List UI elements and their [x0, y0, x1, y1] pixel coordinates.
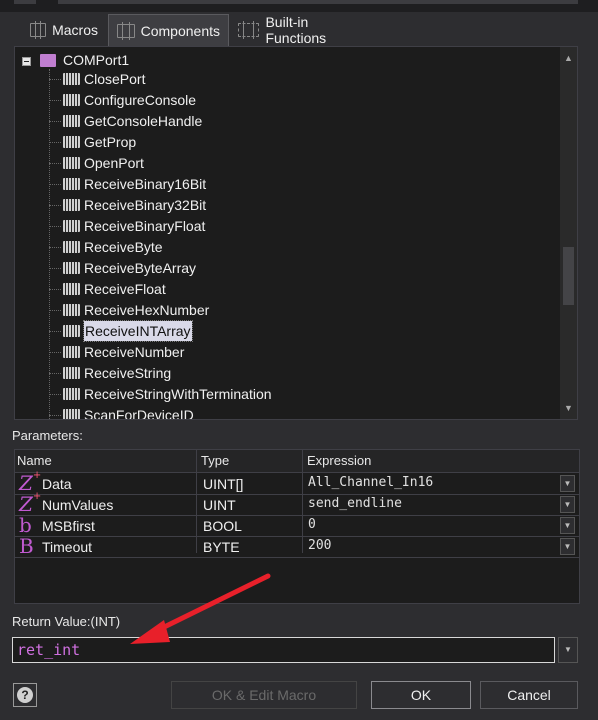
return-value-input[interactable]: ret_int — [12, 637, 555, 663]
tree-item-label: ConfigureConsole — [84, 92, 197, 108]
macro-method-icon — [63, 325, 80, 337]
tree-item-label: ReceiveNumber — [84, 344, 185, 360]
macro-method-icon — [63, 304, 80, 316]
tree-item-label: OpenPort — [84, 155, 144, 171]
tree-item-label: ScanForDeviceID — [84, 407, 194, 420]
collapse-icon[interactable] — [22, 57, 31, 66]
tab-components[interactable]: Components — [108, 14, 229, 46]
tree-item-label: ReceiveBinary32Bit — [84, 197, 207, 213]
component-tree[interactable]: COMPort1 ClosePort ConfigureConsole GetC… — [14, 46, 578, 420]
ok-button[interactable]: OK — [371, 681, 471, 709]
macro-method-icon — [63, 220, 80, 232]
param-type: UINT — [203, 497, 236, 513]
column-expression: Expression — [307, 453, 372, 468]
tab-macros[interactable]: Macros — [22, 14, 106, 46]
tree-scrollbar[interactable]: ▲ ▼ — [560, 47, 577, 419]
parameters-table[interactable]: Name Type Expression Z+ Data UINT[] All_… — [14, 449, 580, 604]
macro-method-icon — [63, 241, 80, 253]
macro-method-icon — [63, 409, 80, 419]
macro-method-icon — [63, 367, 80, 379]
parameters-header: Name Type Expression — [15, 450, 579, 473]
tree-item-label: ReceiveByteArray — [84, 260, 197, 276]
components-icon — [117, 21, 135, 40]
chevron-down-icon[interactable]: ▼ — [560, 496, 575, 513]
macro-method-icon — [63, 157, 80, 169]
param-row-msbfirst[interactable]: b MSBfirst BOOL 0 ▼ — [15, 513, 579, 537]
macros-icon — [30, 21, 47, 39]
chevron-down-icon[interactable]: ▼ — [560, 475, 575, 492]
param-row-numvalues[interactable]: Z+ NumValues UINT send_endline ▼ — [15, 491, 579, 516]
macro-method-icon — [63, 388, 80, 400]
tree-item-label: ReceiveBinary16Bit — [84, 176, 207, 192]
param-type: BYTE — [203, 539, 240, 555]
annotation-arrow-icon — [130, 573, 271, 644]
tree-item-label: ReceiveStringWithTermination — [84, 386, 272, 402]
chevron-down-icon[interactable]: ▼ — [560, 517, 575, 534]
cancel-button[interactable]: Cancel — [480, 681, 578, 709]
tree-item-label: GetProp — [84, 134, 137, 150]
macro-method-icon — [63, 346, 80, 358]
ok-edit-macro-button[interactable]: OK & Edit Macro — [171, 681, 357, 709]
scroll-up-arrow-icon[interactable]: ▲ — [562, 51, 575, 65]
help-icon: ? — [17, 687, 33, 703]
param-name: NumValues — [42, 497, 114, 513]
top-strip — [0, 0, 598, 12]
return-value-label: Return Value:(INT) — [12, 614, 121, 629]
param-type: UINT[] — [203, 476, 244, 492]
macro-method-icon — [63, 178, 80, 190]
macro-method-icon — [63, 283, 80, 295]
component-folder-icon — [40, 54, 56, 67]
macro-method-icon — [63, 115, 80, 127]
param-row-data[interactable]: Z+ Data UINT[] All_Channel_In16 ▼ — [15, 470, 579, 495]
param-name: MSBfirst — [42, 518, 95, 534]
functions-icon — [238, 21, 260, 39]
chevron-down-icon[interactable]: ▼ — [560, 538, 575, 555]
column-name: Name — [17, 453, 52, 468]
param-expression-input[interactable]: send_endline — [308, 496, 402, 511]
byte-type-icon: B — [19, 534, 34, 558]
help-button[interactable]: ? — [13, 683, 37, 707]
column-type: Type — [201, 453, 230, 468]
parameters-label: Parameters: — [12, 428, 83, 443]
tree-item-label: ClosePort — [84, 71, 146, 87]
scrollbar-thumb[interactable] — [563, 247, 574, 305]
tab-macros-label: Macros — [52, 22, 98, 38]
tree-item-label: ReceiveString — [84, 365, 172, 381]
tree-root-label: COMPort1 — [63, 52, 130, 68]
tree-item-label: GetConsoleHandle — [84, 113, 203, 129]
macro-method-icon — [63, 262, 80, 274]
macro-method-icon — [63, 199, 80, 211]
chevron-down-icon: ▼ — [564, 645, 572, 654]
param-name: Timeout — [42, 539, 93, 555]
tab-components-label: Components — [140, 22, 220, 39]
tree-item-label: ReceiveINTArray — [83, 320, 193, 342]
macro-method-icon — [63, 73, 80, 85]
tree-item-label: ReceiveBinaryFloat — [84, 218, 206, 234]
tree-item-label: ReceiveFloat — [84, 281, 166, 297]
tree-item-label: ReceiveByte — [84, 239, 163, 255]
tree-item-label: ReceiveHexNumber — [84, 302, 210, 318]
scroll-down-arrow-icon[interactable]: ▼ — [562, 401, 575, 415]
return-dropdown-button[interactable]: ▼ — [558, 637, 578, 663]
param-type: BOOL — [203, 518, 242, 534]
macro-method-icon — [63, 136, 80, 148]
tab-functions-label: Built-in Functions — [265, 14, 327, 46]
param-row-timeout[interactable]: B Timeout BYTE 200 ▼ — [15, 534, 579, 558]
tree-root-comport1[interactable]: COMPort1 — [15, 50, 555, 70]
param-expression-input[interactable]: 200 — [308, 538, 331, 553]
macro-method-icon — [63, 94, 80, 106]
param-expression-input[interactable]: All_Channel_In16 — [308, 475, 433, 490]
tab-built-in-functions[interactable]: Built-in Functions — [230, 14, 378, 46]
param-expression-input[interactable]: 0 — [308, 517, 316, 532]
param-name: Data — [42, 476, 72, 492]
